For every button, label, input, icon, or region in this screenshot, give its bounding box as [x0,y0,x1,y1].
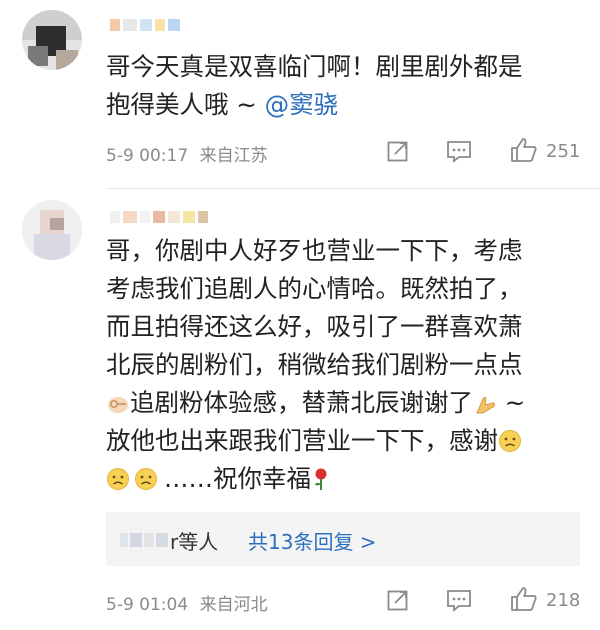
replies-box[interactable]: r等人 共13条回复 > [106,512,580,566]
like-count: 251 [546,141,581,162]
comment-location: 来自河北 [199,595,268,615]
avatar[interactable] [22,200,82,260]
sad-emoji-icon [499,430,521,452]
share-icon [387,141,408,162]
comment-line: 哥今天真是双喜临门啊！剧里剧外都是 [106,52,523,81]
like-icon [511,587,537,611]
comment-meta: 5-9 01:04 来自河北 [106,590,268,615]
divider [106,188,600,189]
sad-emoji-icon [107,468,129,490]
username-blurred[interactable] [110,16,183,31]
comment-line: 哥，你剧中人好歹也营业一下下，考虑 [106,236,523,265]
rose-emoji-icon [315,468,327,490]
share-button[interactable] [386,588,410,612]
pinch-emoji-icon [108,397,128,413]
comment-line: 追剧粉体验感，替萧北辰谢谢了 [130,388,473,417]
comment-line: 而且拍得还这么好，吸引了一群喜欢萧 [106,312,523,341]
comment-line: 考虑我们追剧人的心情哈。既然拍了， [106,274,523,303]
sad-emoji-icon [135,468,157,490]
username-blurred[interactable] [110,208,211,223]
reply-users-text: r等人 [170,530,219,554]
share-button[interactable] [386,139,410,163]
reply-users-blurred [120,532,170,548]
comment-item: 哥，你剧中人好歹也营业一下下，考虑 考虑我们追剧人的心情哈。既然拍了， 而且拍得… [0,190,600,630]
comment-button[interactable] [446,139,472,163]
comment-text: 哥，你剧中人好歹也营业一下下，考虑 考虑我们追剧人的心情哈。既然拍了， 而且拍得… [106,232,588,498]
comment-time: 5-9 00:17 [106,146,189,166]
comment-time: 5-9 01:04 [106,595,189,615]
like-button[interactable] [510,586,538,612]
comment-line: ……祝你幸福 [164,464,311,493]
avatar[interactable] [22,10,82,70]
comment-icon [447,590,471,612]
comment-line: 北辰的剧粉们，稍微给我们剧粉一点点 [106,350,523,379]
comment-line: ~ [497,388,526,417]
comment-item: 哥今天真是双喜临门啊！剧里剧外都是 抱得美人哦 ~ @窦骁 5-9 00:17 … [0,0,600,185]
comment-location: 来自江苏 [199,146,268,166]
comment-button[interactable] [446,588,472,612]
like-count: 218 [546,590,581,611]
pray-emoji-icon [476,397,495,414]
like-button[interactable] [510,137,538,163]
comment-text: 哥今天真是双喜临门啊！剧里剧外都是 抱得美人哦 ~ @窦骁 [106,48,588,124]
comment-icon [447,141,471,163]
comment-line: 抱得美人哦 ~ [106,90,265,119]
like-icon [511,138,537,162]
view-replies-link[interactable]: 共13条回复 > [248,526,377,555]
share-icon [387,590,408,611]
mention-link[interactable]: @窦骁 [265,90,339,119]
comment-line: 放他也出来跟我们营业一下下，感谢 [106,426,498,455]
comment-meta: 5-9 00:17 来自江苏 [106,141,268,166]
